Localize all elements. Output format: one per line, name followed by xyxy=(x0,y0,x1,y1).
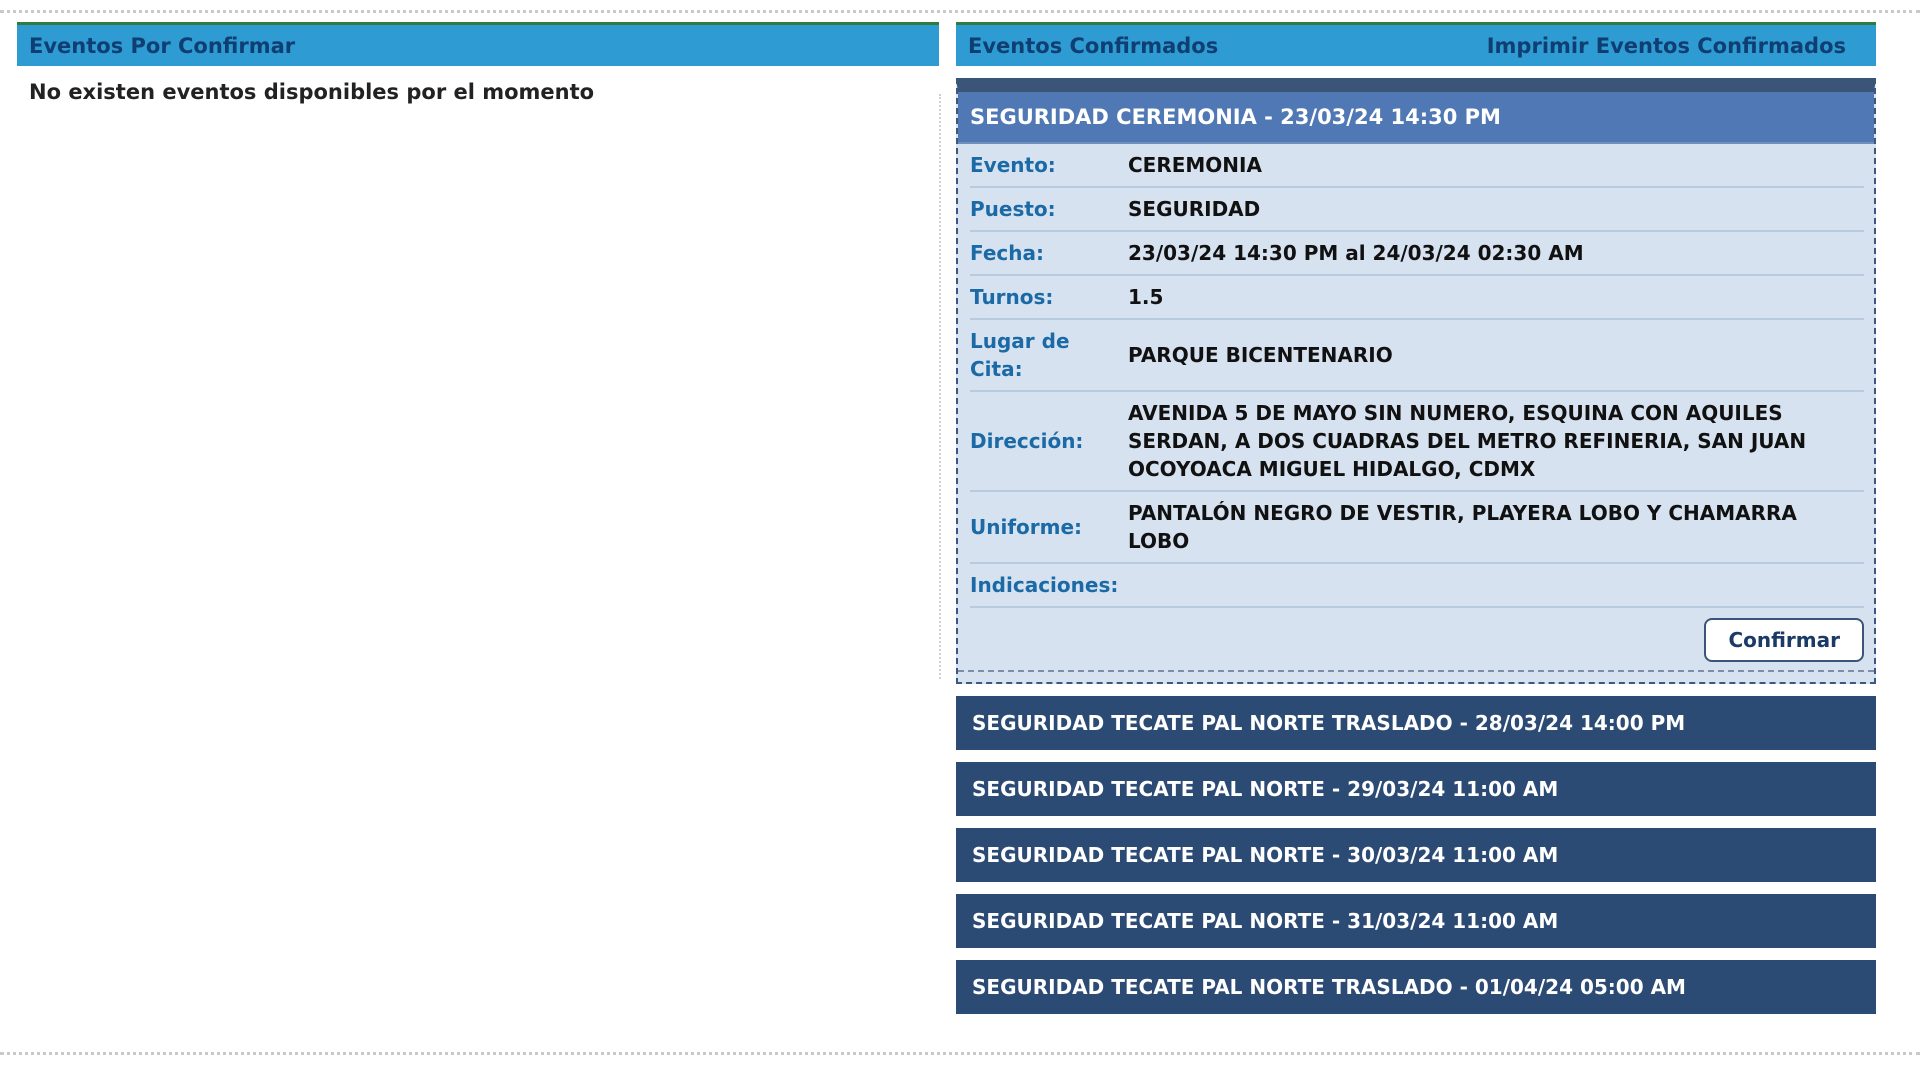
event-details: Evento: CEREMONIA Puesto: SEGURIDAD Fech… xyxy=(958,144,1874,608)
expanded-event-card: SEGURIDAD CEREMONIA - 23/03/24 14:30 PM … xyxy=(956,78,1876,684)
detail-label: Lugar de Cita: xyxy=(970,329,1070,381)
event-item[interactable]: SEGURIDAD TECATE PAL NORTE - 31/03/24 11… xyxy=(956,894,1876,948)
confirmed-events-header: Eventos Confirmados Imprimir Eventos Con… xyxy=(956,22,1876,66)
confirmed-events-title: Eventos Confirmados xyxy=(968,33,1219,58)
detail-label: Indicaciones: xyxy=(970,573,1119,597)
detail-value: 1.5 xyxy=(1128,285,1164,309)
pending-events-header: Eventos Por Confirmar xyxy=(17,22,939,66)
detail-value: PARQUE BICENTENARIO xyxy=(1128,343,1393,367)
detail-value xyxy=(1128,578,1864,592)
event-item[interactable]: SEGURIDAD TECATE PAL NORTE - 29/03/24 11… xyxy=(956,762,1876,816)
confirmed-events-panel: Eventos Confirmados Imprimir Eventos Con… xyxy=(956,22,1876,1014)
detail-label: Evento: xyxy=(970,153,1056,177)
bottom-divider xyxy=(0,1052,1920,1055)
column-divider xyxy=(939,94,941,679)
detail-row-uniforme: Uniforme: PANTALÓN NEGRO DE VESTIR, PLAY… xyxy=(970,492,1864,564)
detail-value: AVENIDA 5 DE MAYO SIN NUMERO, ESQUINA CO… xyxy=(1128,401,1807,481)
detail-label: Dirección: xyxy=(970,429,1084,453)
detail-row-fecha: Fecha: 23/03/24 14:30 PM al 24/03/24 02:… xyxy=(970,232,1864,276)
detail-label: Fecha: xyxy=(970,241,1045,265)
detail-row-indicaciones: Indicaciones: xyxy=(970,564,1864,608)
detail-label: Turnos: xyxy=(970,285,1054,309)
print-confirmed-events-link[interactable]: Imprimir Eventos Confirmados xyxy=(1487,34,1846,58)
event-item[interactable]: SEGURIDAD TECATE PAL NORTE - 30/03/24 11… xyxy=(956,828,1876,882)
pending-events-panel: Eventos Por Confirmar No existen eventos… xyxy=(17,22,939,104)
card-bottom-divider xyxy=(958,670,1874,682)
empty-events-message: No existen eventos disponibles por el mo… xyxy=(29,80,595,104)
confirm-button[interactable]: Confirmar xyxy=(1704,618,1864,662)
detail-row-turnos: Turnos: 1.5 xyxy=(970,276,1864,320)
page: Eventos Por Confirmar No existen eventos… xyxy=(0,0,1920,1080)
detail-label: Puesto: xyxy=(970,197,1056,221)
detail-value: SEGURIDAD xyxy=(1128,197,1261,221)
expanded-event-title[interactable]: SEGURIDAD CEREMONIA - 23/03/24 14:30 PM xyxy=(958,92,1874,144)
top-divider xyxy=(0,10,1920,13)
detail-row-evento: Evento: CEREMONIA xyxy=(970,144,1864,188)
pending-events-title: Eventos Por Confirmar xyxy=(29,33,296,58)
detail-value: 23/03/24 14:30 PM al 24/03/24 02:30 AM xyxy=(1128,241,1584,265)
detail-value: CEREMONIA xyxy=(1128,153,1262,177)
event-item[interactable]: SEGURIDAD TECATE PAL NORTE TRASLADO - 28… xyxy=(956,696,1876,750)
detail-row-direccion: Dirección: AVENIDA 5 DE MAYO SIN NUMERO,… xyxy=(970,392,1864,492)
card-actions: Confirmar xyxy=(958,608,1874,670)
detail-value: PANTALÓN NEGRO DE VESTIR, PLAYERA LOBO Y… xyxy=(1128,501,1797,553)
detail-row-puesto: Puesto: SEGURIDAD xyxy=(970,188,1864,232)
detail-row-lugar-de-cita: Lugar de Cita: PARQUE BICENTENARIO xyxy=(970,320,1864,392)
event-item[interactable]: SEGURIDAD TECATE PAL NORTE TRASLADO - 01… xyxy=(956,960,1876,1014)
detail-label: Uniforme: xyxy=(970,515,1083,539)
